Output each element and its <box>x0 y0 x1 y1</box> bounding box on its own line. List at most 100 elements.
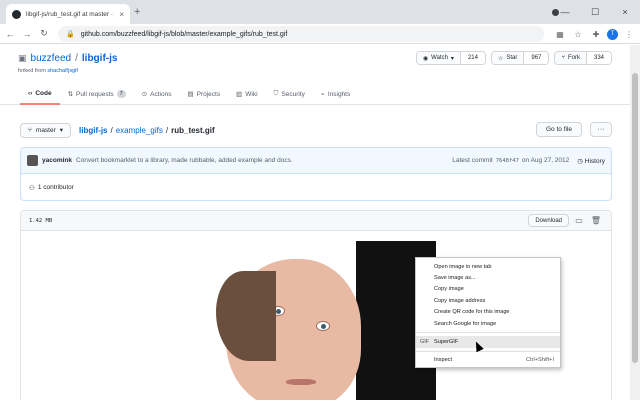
ctx-supergif[interactable]: GIF SuperGIF <box>416 336 560 348</box>
chevron-down-icon: ▾ <box>59 127 64 134</box>
profile-avatar[interactable]: T <box>607 28 618 40</box>
ctx-inspect-shortcut: Ctrl+Shift+I <box>526 357 554 364</box>
bookmark-star-icon[interactable]: ☆ <box>571 26 585 42</box>
fork-icon: ⑂ <box>561 55 565 61</box>
context-menu: Open image in new tab Save image as... C… <box>415 257 561 368</box>
ctx-open-image-new-tab[interactable]: Open image in new tab <box>416 261 560 272</box>
window-controls: — ☐ × <box>550 0 640 24</box>
forward-arrow-icon[interactable]: → <box>20 29 34 39</box>
watch-button[interactable]: ◉ Watch ▾ <box>416 52 461 64</box>
tab-insights-label: Insights <box>327 90 351 98</box>
ctx-create-qr-code[interactable]: Create QR code for this image <box>416 307 560 318</box>
tab-actions-label: Actions <box>150 90 172 98</box>
play-circle-icon: ⊙ <box>141 91 148 98</box>
tab-security[interactable]: ⛉ Security <box>266 83 313 105</box>
browser-tab[interactable]: libgif-js/rub_test.gif at master · b × <box>6 4 130 24</box>
browser-menu-icon[interactable]: ⋮ <box>622 26 636 42</box>
ctx-search-google-image[interactable]: Search Google for image <box>416 318 560 329</box>
forked-from-link[interactable]: shachaf/jsgif <box>47 68 78 74</box>
tab-code[interactable]: ‹› Code <box>20 83 60 105</box>
branch-row: ⑂ master ▾ libgif-js / example_gifs / rub_… <box>20 122 612 138</box>
download-button[interactable]: Download <box>528 214 569 227</box>
commit-message[interactable]: Convert bookmarklet to a library, made r… <box>76 157 293 164</box>
wiki-book-icon: ▥ <box>236 91 243 98</box>
branch-selector[interactable]: ⑂ master ▾ <box>20 122 72 138</box>
tab-pull-requests[interactable]: ⇅ Pull requests 7 <box>60 83 134 105</box>
code-icon: ‹› <box>28 89 33 97</box>
go-to-file-button[interactable]: Go to file <box>535 122 582 137</box>
repo-owner-link[interactable]: buzzfeed <box>31 53 72 64</box>
commit-meta: Latest commit 7648f47 on Aug 27, 2012 ◷ … <box>452 157 605 165</box>
ctx-copy-image[interactable]: Copy image <box>416 284 560 295</box>
file-size: 1.42 MB <box>29 217 53 224</box>
browser-toolbar: ← → ↻ 🔒 github.com/buzzfeed/libgif-js/bl… <box>0 24 640 44</box>
ctx-inspect[interactable]: Inspect Ctrl+Shift+I <box>416 355 560 366</box>
tab-close-icon[interactable]: × <box>119 10 124 19</box>
fork-button[interactable]: ⑂ Fork <box>555 52 587 64</box>
breadcrumb-dir[interactable]: example_gifs <box>116 126 163 135</box>
extensions-puzzle-icon[interactable]: ✚ <box>589 26 603 42</box>
tab-insights[interactable]: ⌁ Insights <box>313 83 358 105</box>
ctx-copy-image-address[interactable]: Copy image address <box>416 295 560 306</box>
more-options-button[interactable]: ··· <box>590 122 612 137</box>
breadcrumb-separator: / <box>110 125 113 135</box>
history-button[interactable]: ◷ History <box>577 157 605 165</box>
fork-count[interactable]: 334 <box>586 52 611 64</box>
desktop-icon[interactable]: ▭ <box>572 216 586 225</box>
commit-sha[interactable]: 7648f47 <box>496 158 519 164</box>
lock-icon[interactable]: 🔒 <box>66 30 75 38</box>
breadcrumb-file: rub_test.gif <box>171 125 215 135</box>
star-count[interactable]: 967 <box>524 52 549 64</box>
image-hair <box>216 271 276 361</box>
ctx-save-image-as[interactable]: Save image as... <box>416 272 560 283</box>
commit-date: on Aug 27, 2012 <box>521 157 570 164</box>
breadcrumb-root[interactable]: libgif-js <box>79 126 107 135</box>
image-eye-right <box>316 321 330 331</box>
author-avatar[interactable] <box>27 155 38 166</box>
tab-wiki[interactable]: ▥ Wiki <box>228 83 265 105</box>
star-label: Star <box>506 55 518 61</box>
repo-tabs: ‹› Code ⇅ Pull requests 7 ⊙ Actions ▤ Project… <box>0 83 630 105</box>
pull-request-icon: ⇅ <box>67 91 74 98</box>
tab-code-label: Code <box>35 89 52 97</box>
github-favicon-icon <box>12 9 21 19</box>
contributors-text[interactable]: 1 contributor <box>38 184 74 191</box>
commit-author[interactable]: yacomink <box>42 157 72 164</box>
tab-security-label: Security <box>281 90 305 98</box>
contributors-row: ⚇ 1 contributor <box>21 174 611 200</box>
project-board-icon: ▤ <box>187 91 194 98</box>
star-button[interactable]: ☆ Star <box>491 52 525 64</box>
tab-projects-label: Projects <box>196 90 221 98</box>
ctx-separator <box>416 332 560 334</box>
gif-image[interactable] <box>216 241 436 400</box>
star-group: ☆ Star 967 <box>490 51 550 65</box>
image-mouth <box>286 379 316 385</box>
minimize-button[interactable]: — <box>550 0 580 24</box>
tab-wiki-label: Wiki <box>245 90 258 98</box>
trash-icon[interactable]: 🗑 <box>589 216 603 225</box>
chevron-down-icon: ▾ <box>450 55 454 62</box>
repo-title: ▣ buzzfeed / libgif-js <box>18 53 117 64</box>
tab-projects[interactable]: ▤ Projects <box>179 83 228 105</box>
maximize-button[interactable]: ☐ <box>580 0 610 24</box>
watch-count[interactable]: 214 <box>460 52 485 64</box>
qr-code-icon[interactable]: ▦ <box>553 26 567 42</box>
close-window-button[interactable]: × <box>610 0 640 24</box>
back-arrow-icon[interactable]: ← <box>3 29 17 39</box>
url-text[interactable]: github.com/buzzfeed/libgif-js/blob/maste… <box>81 31 288 38</box>
shield-icon: ⛉ <box>273 90 279 97</box>
address-bar[interactable]: 🔒 github.com/buzzfeed/libgif-js/blob/mas… <box>58 26 544 42</box>
repo-title-separator: / <box>75 53 78 64</box>
branch-icon: ⑂ <box>28 126 32 134</box>
eye-icon: ◉ <box>422 55 429 62</box>
ctx-separator <box>416 350 560 352</box>
commit-box: yacomink Convert bookmarklet to a librar… <box>20 147 612 201</box>
breadcrumb: libgif-js / example_gifs / rub_test.gif <box>79 126 215 135</box>
scrollbar-thumb[interactable] <box>632 73 638 363</box>
page-scrollbar[interactable] <box>630 45 640 400</box>
tab-actions[interactable]: ⊙ Actions <box>134 83 180 105</box>
repo-name-link[interactable]: libgif-js <box>82 53 118 64</box>
new-tab-button[interactable]: + <box>134 6 140 18</box>
file-header: 1.42 MB Download ▭ 🗑 <box>21 211 611 231</box>
reload-icon[interactable]: ↻ <box>37 28 51 39</box>
